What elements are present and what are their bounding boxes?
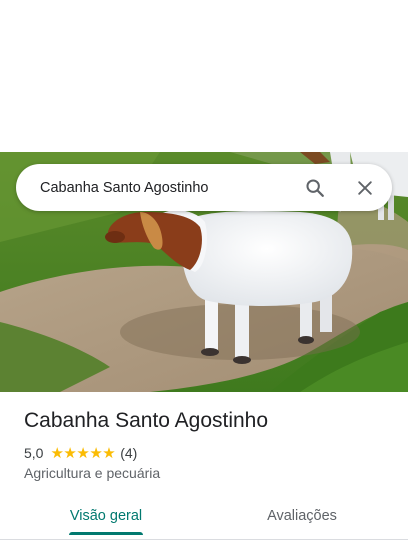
review-count[interactable]: (4) bbox=[120, 445, 137, 461]
place-page: Cabanha Santo Agostinho 5,0 ★ ★ ★ ★ ★ (4… bbox=[0, 0, 408, 544]
rating-row[interactable]: 5,0 ★ ★ ★ ★ ★ (4) bbox=[24, 444, 137, 462]
star-icon: ★ bbox=[89, 444, 103, 462]
place-category[interactable]: Agricultura e pecuária bbox=[24, 465, 160, 481]
tab-overview-label: Visão geral bbox=[69, 507, 143, 524]
close-icon bbox=[358, 181, 372, 195]
close-button[interactable] bbox=[350, 173, 380, 203]
map-area-blank bbox=[0, 0, 408, 152]
search-input[interactable] bbox=[40, 164, 290, 211]
search-icon bbox=[306, 179, 324, 197]
star-icon: ★ bbox=[50, 444, 64, 462]
place-title: Cabanha Santo Agostinho bbox=[24, 409, 269, 432]
star-icon: ★ bbox=[63, 444, 77, 462]
tab-reviews-label: Avaliações bbox=[267, 507, 337, 524]
rating-value: 5,0 bbox=[24, 445, 44, 461]
tab-reviews[interactable]: Avaliações bbox=[256, 492, 348, 539]
star-rating: ★ ★ ★ ★ ★ bbox=[50, 446, 115, 461]
star-icon: ★ bbox=[102, 444, 116, 462]
search-button[interactable] bbox=[300, 173, 330, 203]
search-box bbox=[16, 164, 392, 211]
tab-bar: Visão geral Avaliações bbox=[0, 492, 408, 540]
star-icon: ★ bbox=[76, 444, 90, 462]
active-tab-indicator bbox=[69, 532, 143, 535]
